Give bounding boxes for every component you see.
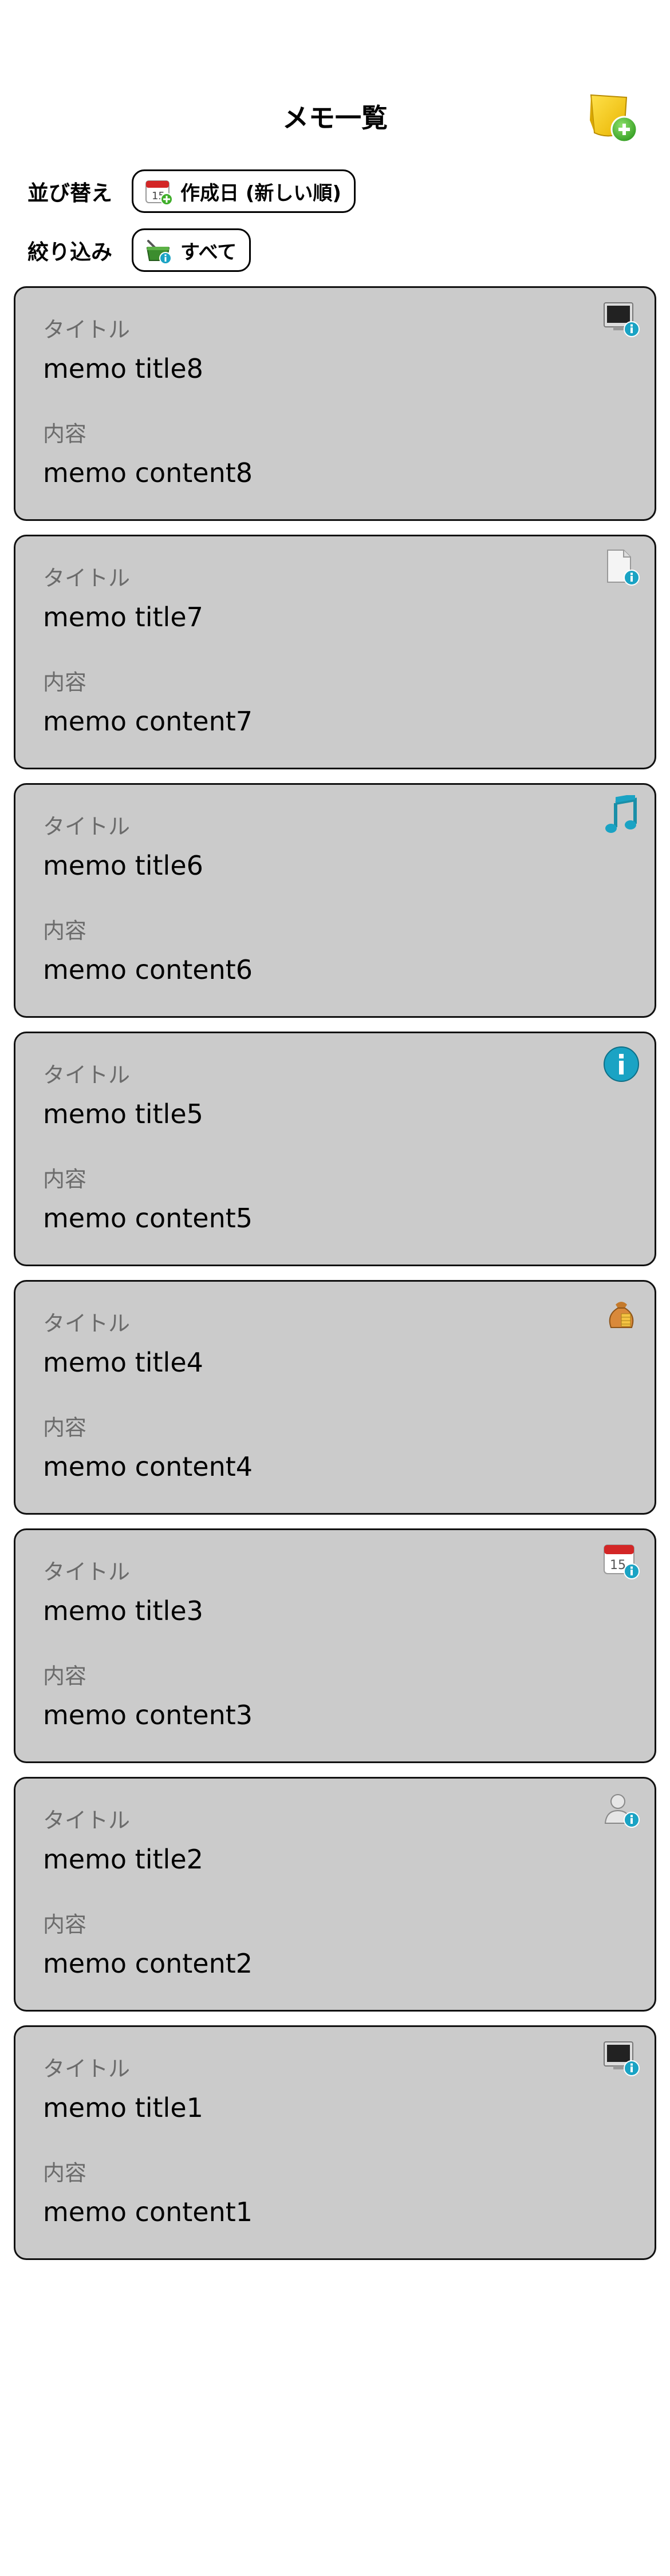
page-title: メモ一覧 [282, 102, 388, 133]
title-label: タイトル [43, 317, 131, 342]
filter-button[interactable]: すべて [132, 228, 251, 272]
memo-list-screen: メモ一覧 並び替え 15 作成日 (新しい順) 絞り込み すべて タイトル me… [0, 0, 670, 2576]
title-label: タイトル [43, 1062, 131, 1088]
memo-content: memo content5 [43, 1203, 253, 1234]
title-label: タイトル [43, 566, 131, 591]
add-memo-button[interactable] [586, 92, 641, 147]
memo-content: memo content6 [43, 954, 253, 985]
sort-button[interactable]: 15 作成日 (新しい順) [132, 169, 356, 213]
sort-value: 作成日 (新しい順) [180, 181, 341, 205]
memo-title: memo title1 [43, 2092, 203, 2123]
memo-card[interactable]: タイトル memo title1 内容 memo content1 [14, 2025, 656, 2260]
memo-card[interactable]: タイトル memo title3 内容 memo content3 15 [14, 1528, 656, 1763]
memo-card[interactable]: タイトル memo title2 内容 memo content2 [14, 1777, 656, 2012]
memo-content: memo content7 [43, 706, 253, 737]
memo-title: memo title3 [43, 1595, 203, 1626]
content-label: 内容 [43, 1912, 87, 1937]
money-bag-icon [609, 1302, 634, 1328]
memo-content: memo content4 [43, 1451, 253, 1482]
sort-label: 並び替え [27, 181, 112, 206]
basket-icon [146, 240, 172, 264]
title-label: タイトル [43, 1808, 131, 1833]
memo-title: memo title2 [43, 1844, 203, 1875]
memo-card[interactable]: タイトル memo title8 内容 memo content8 [14, 286, 656, 521]
content-label: 内容 [43, 918, 87, 943]
svg-text:15: 15 [610, 1558, 626, 1573]
memo-card[interactable]: タイトル memo title5 内容 memo content5 [14, 1032, 656, 1266]
content-label: 内容 [43, 2160, 87, 2186]
monitor-info-icon [604, 2041, 640, 2076]
title-label: タイトル [43, 1559, 131, 1585]
info-icon [604, 1046, 639, 1082]
memo-card[interactable]: タイトル memo title7 内容 memo content7 [14, 535, 656, 769]
note-add-icon [590, 94, 638, 143]
content-label: 内容 [43, 1664, 87, 1689]
filter-row: 絞り込み すべて [27, 227, 251, 273]
filter-label: 絞り込み [27, 240, 112, 264]
content-label: 内容 [43, 1415, 87, 1440]
content-label: 内容 [43, 421, 87, 447]
memo-title: memo title6 [43, 850, 203, 881]
monitor-info-icon [604, 302, 640, 337]
memo-title: memo title4 [43, 1347, 203, 1378]
content-label: 内容 [43, 670, 87, 695]
calendar-info-icon: 15 [604, 1544, 640, 1579]
content-label: 内容 [43, 1167, 87, 1192]
memo-title: memo title5 [43, 1099, 203, 1129]
memo-content: memo content1 [43, 2196, 253, 2227]
memo-card[interactable]: タイトル memo title4 内容 memo content4 [14, 1280, 656, 1515]
memo-content: memo content2 [43, 1948, 253, 1979]
calendar-icon: 15 [145, 180, 173, 206]
title-label: タイトル [43, 2056, 131, 2081]
header: メモ一覧 [0, 92, 670, 143]
document-info-icon [607, 550, 640, 586]
title-label: タイトル [43, 814, 131, 839]
memo-card[interactable]: タイトル memo title6 内容 memo content6 [14, 783, 656, 1018]
music-note-icon [605, 795, 637, 833]
filter-value: すべて [180, 240, 237, 264]
memo-title: memo title7 [43, 602, 203, 633]
memo-content: memo content8 [43, 457, 253, 488]
memo-list: タイトル memo title8 内容 memo content8 タイトル m… [14, 286, 656, 2274]
user-info-icon [604, 1794, 640, 1828]
memo-title: memo title8 [43, 353, 203, 384]
memo-content: memo content3 [43, 1700, 253, 1730]
title-label: タイトル [43, 1311, 131, 1336]
sort-row: 並び替え 15 作成日 (新しい順) [27, 168, 356, 214]
